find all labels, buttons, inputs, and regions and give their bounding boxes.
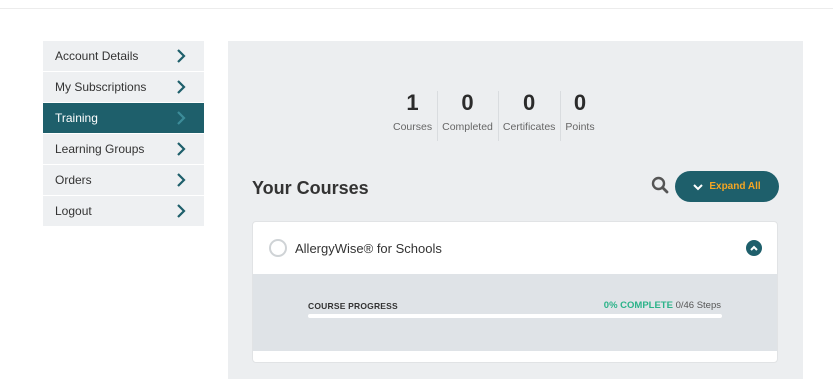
stat-value: 0 (573, 90, 587, 115)
chevron-right-icon (177, 80, 186, 94)
stat-label: Points (565, 121, 595, 133)
sidebar-item-label: Orders (55, 173, 92, 187)
chevron-down-icon (693, 183, 704, 190)
chevron-right-icon (177, 142, 186, 156)
expand-all-button[interactable]: Expand All (675, 171, 779, 202)
panel-notch (297, 266, 315, 274)
chevron-right-icon (177, 49, 186, 63)
account-sidebar: Account Details My Subscriptions Trainin… (43, 41, 204, 227)
progress-percent: 0% COMPLETE (603, 300, 673, 311)
training-panel: 1 Courses 0 Completed 0 Certificates 0 P… (228, 41, 803, 379)
stat-courses: 1 Courses (388, 90, 437, 134)
stat-value: 0 (461, 90, 474, 115)
stat-points: 0 Points (560, 90, 599, 141)
stats-row: 1 Courses 0 Completed 0 Certificates 0 P… (388, 90, 600, 141)
sidebar-item-learning-groups[interactable]: Learning Groups (43, 134, 204, 165)
top-divider (0, 8, 833, 9)
progress-bar (308, 314, 722, 318)
sidebar-item-label: Account Details (55, 49, 139, 63)
search-icon[interactable] (651, 176, 669, 194)
stat-value: 0 (523, 90, 536, 115)
sidebar-item-orders[interactable]: Orders (43, 165, 204, 196)
course-status-icon (269, 239, 287, 257)
sidebar-item-training[interactable]: Training (43, 103, 204, 134)
course-header[interactable]: AllergyWise® for Schools (253, 222, 777, 274)
chevron-right-icon (177, 173, 186, 187)
stat-label: Completed (442, 121, 493, 133)
course-progress-panel: COURSE PROGRESS 0% COMPLETE 0/46 Steps (253, 266, 777, 351)
collapse-course-button[interactable] (746, 240, 762, 256)
progress-label: COURSE PROGRESS (308, 301, 398, 311)
expand-all-label: Expand All (709, 181, 761, 192)
sidebar-item-label: Logout (55, 204, 92, 218)
progress-steps: 0/46 Steps (675, 300, 721, 311)
chevron-up-icon (750, 245, 758, 251)
stat-completed: 0 Completed (437, 90, 498, 141)
section-title: Your Courses (252, 178, 369, 198)
sidebar-item-label: Training (55, 111, 98, 125)
sidebar-item-my-subscriptions[interactable]: My Subscriptions (43, 72, 204, 103)
sidebar-item-label: My Subscriptions (55, 80, 147, 94)
sidebar-item-label: Learning Groups (55, 142, 145, 156)
course-title[interactable]: AllergyWise® for Schools (295, 241, 442, 256)
sidebar-item-account-details[interactable]: Account Details (43, 41, 204, 72)
sidebar-item-logout[interactable]: Logout (43, 196, 204, 227)
stat-value: 1 (406, 90, 419, 115)
chevron-right-icon (177, 111, 186, 125)
chevron-right-icon (177, 204, 186, 218)
progress-summary: 0% COMPLETE 0/46 Steps (604, 300, 721, 311)
stat-certificates: 0 Certificates (497, 90, 561, 141)
stat-label: Certificates (502, 121, 556, 133)
stat-label: Courses (393, 121, 433, 133)
course-card: AllergyWise® for Schools COURSE PROGRESS… (252, 221, 778, 363)
